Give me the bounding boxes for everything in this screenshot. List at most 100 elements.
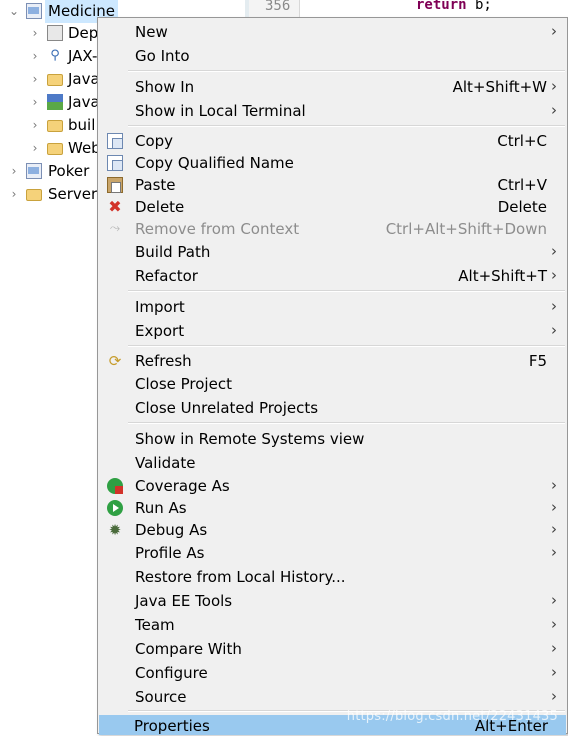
menu-item-label: Refactor <box>135 267 198 285</box>
menu-item-label: Remove from Context <box>135 220 300 238</box>
menu-item-debug-as[interactable]: ✹ Debug As › <box>100 519 565 541</box>
code-keyword: return <box>416 0 467 13</box>
debug-icon: ✹ <box>108 521 122 539</box>
menu-item-label: Show in Remote Systems view <box>135 430 365 448</box>
menu-item-new[interactable]: New › <box>100 21 565 43</box>
menu-shortcut: Ctrl+C <box>497 132 547 150</box>
menu-item-label: Close Project <box>135 375 232 393</box>
submenu-arrow-icon: › <box>551 266 557 284</box>
tree-item-label: Web <box>68 139 101 157</box>
chevron-right-icon[interactable]: › <box>29 22 41 45</box>
menu-item-label: Profile As <box>135 544 205 562</box>
menu-separator <box>128 422 565 424</box>
menu-item-copy-qualified-name[interactable]: Copy Qualified Name <box>100 152 565 174</box>
menu-item-label: Coverage As <box>135 477 230 495</box>
submenu-arrow-icon: › <box>551 101 557 119</box>
menu-item-label: Build Path <box>135 243 211 261</box>
folder-icon <box>47 143 63 155</box>
menu-item-team[interactable]: Team › <box>100 614 565 636</box>
menu-item-close-unrelated-projects[interactable]: Close Unrelated Projects <box>100 397 565 419</box>
tree-item-label: JAX- <box>68 47 98 65</box>
tree-item-label: Dep <box>68 24 99 42</box>
package-folder-icon <box>47 74 63 86</box>
submenu-arrow-icon: › <box>551 663 557 681</box>
menu-item-label: Source <box>135 688 187 706</box>
tree-item-label: Poker <box>48 162 90 180</box>
menu-item-go-into[interactable]: Go Into <box>100 45 565 67</box>
menu-separator <box>128 345 565 347</box>
menu-item-paste[interactable]: Paste Ctrl+V <box>100 174 565 196</box>
menu-item-import[interactable]: Import › <box>100 296 565 318</box>
chevron-right-icon[interactable]: › <box>29 137 41 160</box>
menu-item-label: Refresh <box>135 352 192 370</box>
refresh-icon: ⟳ <box>108 352 122 370</box>
menu-item-show-in-local-terminal[interactable]: Show in Local Terminal › <box>100 100 565 122</box>
submenu-arrow-icon: › <box>551 591 557 609</box>
folder-icon <box>47 120 63 132</box>
menu-item-label: Show In <box>135 78 195 96</box>
menu-item-label: Import <box>135 298 185 316</box>
menu-item-java-ee-tools[interactable]: Java EE Tools › <box>100 590 565 612</box>
menu-item-export[interactable]: Export › <box>100 320 565 342</box>
menu-item-build-path[interactable]: Build Path › <box>100 241 565 263</box>
chevron-down-icon[interactable]: ⌄ <box>8 0 20 23</box>
library-icon <box>47 25 63 41</box>
chevron-right-icon[interactable]: › <box>8 160 20 183</box>
submenu-arrow-icon: › <box>551 476 557 494</box>
folder-icon <box>26 189 42 201</box>
menu-item-label: Copy <box>135 132 174 150</box>
menu-item-delete[interactable]: ✖ Delete Delete <box>100 196 565 218</box>
chevron-right-icon[interactable]: › <box>29 68 41 91</box>
submenu-arrow-icon: › <box>551 242 557 260</box>
menu-separator <box>128 70 565 72</box>
chevron-right-icon[interactable]: › <box>29 91 41 114</box>
menu-item-coverage-as[interactable]: Coverage As › <box>100 475 565 497</box>
menu-item-restore-from-local-history[interactable]: Restore from Local History... <box>100 566 565 588</box>
chevron-right-icon[interactable]: › <box>29 45 41 68</box>
menu-item-label: Properties <box>134 717 210 735</box>
copy-qualified-icon <box>107 155 123 171</box>
menu-item-close-project[interactable]: Close Project <box>100 373 565 395</box>
menu-item-source[interactable]: Source › <box>100 686 565 708</box>
submenu-arrow-icon: › <box>551 297 557 315</box>
remove-context-icon: ⤳ <box>109 221 121 236</box>
menu-item-validate[interactable]: Validate <box>100 452 565 474</box>
menu-shortcut: F5 <box>528 352 547 370</box>
menu-item-copy[interactable]: Copy Ctrl+C <box>100 130 565 152</box>
menu-item-refactor[interactable]: Refactor Alt+Shift+T › <box>100 265 565 287</box>
library-icon <box>47 94 63 110</box>
submenu-arrow-icon: › <box>551 639 557 657</box>
menu-item-label: Delete <box>135 198 185 216</box>
chevron-right-icon[interactable]: › <box>8 183 20 206</box>
menu-item-run-as[interactable]: Run As › <box>100 497 565 519</box>
menu-item-show-in[interactable]: Show In Alt+Shift+W › <box>100 76 565 98</box>
submenu-arrow-icon: › <box>551 77 557 95</box>
menu-item-configure[interactable]: Configure › <box>100 662 565 684</box>
menu-item-label: Close Unrelated Projects <box>135 399 319 417</box>
menu-item-label: Restore from Local History... <box>135 568 346 586</box>
chevron-right-icon[interactable]: › <box>29 114 41 137</box>
submenu-arrow-icon: › <box>551 520 557 538</box>
tree-item-label: Java <box>68 93 100 111</box>
watermark: https://blog.csdn.net/22431435 <box>346 709 558 724</box>
menu-item-label: Validate <box>135 454 196 472</box>
menu-item-label: Run As <box>135 499 187 517</box>
coverage-icon <box>107 478 123 494</box>
tree-item-label: Java <box>68 70 100 88</box>
menu-item-compare-with[interactable]: Compare With › <box>100 638 565 660</box>
menu-item-label: Team <box>135 616 175 634</box>
webservice-icon: ⚲ <box>50 48 60 63</box>
submenu-arrow-icon: › <box>551 687 557 705</box>
submenu-arrow-icon: › <box>551 543 557 561</box>
submenu-arrow-icon: › <box>551 498 557 516</box>
menu-item-label: Compare With <box>135 640 242 658</box>
menu-separator <box>128 290 565 292</box>
menu-item-refresh[interactable]: ⟳ Refresh F5 <box>100 350 565 372</box>
submenu-arrow-icon: › <box>551 22 557 40</box>
menu-item-label: Paste <box>135 176 176 194</box>
menu-item-show-in-remote-systems[interactable]: Show in Remote Systems view <box>100 428 565 450</box>
menu-item-profile-as[interactable]: Profile As › <box>100 542 565 564</box>
code-text: b; <box>466 0 492 13</box>
project-icon <box>26 3 42 19</box>
menu-item-label: New <box>135 23 168 41</box>
